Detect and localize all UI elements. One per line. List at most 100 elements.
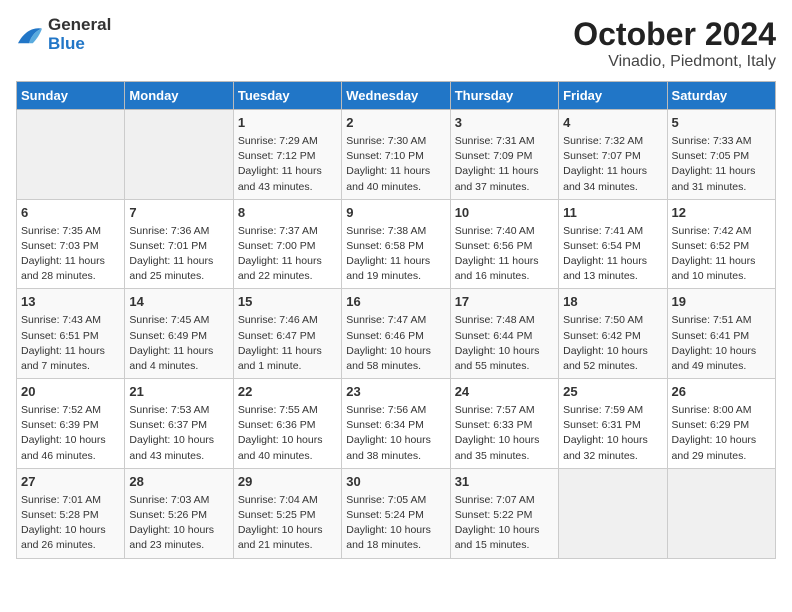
daylight-text: Daylight: 10 hours and 35 minutes. — [455, 434, 540, 461]
sunrise-text: Sunrise: 7:29 AM — [238, 135, 318, 147]
sunrise-text: Sunrise: 7:57 AM — [455, 404, 535, 416]
sunrise-text: Sunrise: 7:48 AM — [455, 314, 535, 326]
calendar-header-row: Sunday Monday Tuesday Wednesday Thursday… — [17, 82, 776, 110]
sunset-text: Sunset: 7:12 PM — [238, 150, 316, 162]
sunset-text: Sunset: 6:37 PM — [129, 419, 207, 431]
day-number: 19 — [672, 293, 771, 312]
day-number: 24 — [455, 383, 554, 402]
table-cell: 5Sunrise: 7:33 AMSunset: 7:05 PMDaylight… — [667, 110, 775, 200]
daylight-text: Daylight: 11 hours and 28 minutes. — [21, 255, 105, 282]
table-cell: 29Sunrise: 7:04 AMSunset: 5:25 PMDayligh… — [233, 468, 341, 558]
header-sunday: Sunday — [17, 82, 125, 110]
daylight-text: Daylight: 10 hours and 49 minutes. — [672, 345, 757, 372]
calendar-week-row: 1Sunrise: 7:29 AMSunset: 7:12 PMDaylight… — [17, 110, 776, 200]
sunset-text: Sunset: 5:25 PM — [238, 509, 316, 521]
table-cell: 30Sunrise: 7:05 AMSunset: 5:24 PMDayligh… — [342, 468, 450, 558]
header-tuesday: Tuesday — [233, 82, 341, 110]
sunset-text: Sunset: 6:39 PM — [21, 419, 99, 431]
sunset-text: Sunset: 5:24 PM — [346, 509, 424, 521]
sunset-text: Sunset: 6:52 PM — [672, 240, 750, 252]
day-number: 12 — [672, 204, 771, 223]
daylight-text: Daylight: 11 hours and 37 minutes. — [455, 165, 539, 192]
sunset-text: Sunset: 6:54 PM — [563, 240, 641, 252]
day-number: 13 — [21, 293, 120, 312]
calendar-week-row: 13 Sunrise: 7:43 AM Sunset: 6:51 PM Dayligh… — [17, 289, 776, 379]
day-number: 17 — [455, 293, 554, 312]
sunrise-text: Sunrise: 7:59 AM — [563, 404, 643, 416]
daylight-text: Daylight: 10 hours and 52 minutes. — [563, 345, 648, 372]
day-number: 8 — [238, 204, 337, 223]
sunset-text: Sunset: 5:28 PM — [21, 509, 99, 521]
table-cell: 6Sunrise: 7:35 AMSunset: 7:03 PMDaylight… — [17, 199, 125, 289]
sunrise-text: Sunrise: 7:03 AM — [129, 494, 209, 506]
header: General Blue October 2024 Vinadio, Piedm… — [16, 16, 776, 71]
header-thursday: Thursday — [450, 82, 558, 110]
daylight-text: Daylight: 10 hours and 58 minutes. — [346, 345, 431, 372]
calendar-title: October 2024 — [573, 16, 776, 53]
daylight-text: Daylight: 10 hours and 15 minutes. — [455, 524, 540, 551]
sunset-text: Sunset: 6:33 PM — [455, 419, 533, 431]
table-cell: 3Sunrise: 7:31 AMSunset: 7:09 PMDaylight… — [450, 110, 558, 200]
table-cell: 15Sunrise: 7:46 AMSunset: 6:47 PMDayligh… — [233, 289, 341, 379]
header-wednesday: Wednesday — [342, 82, 450, 110]
calendar-week-row: 6Sunrise: 7:35 AMSunset: 7:03 PMDaylight… — [17, 199, 776, 289]
table-cell: 27Sunrise: 7:01 AMSunset: 5:28 PMDayligh… — [17, 468, 125, 558]
sunrise-text: Sunrise: 7:36 AM — [129, 225, 209, 237]
logo-icon — [16, 23, 44, 47]
table-cell: 7Sunrise: 7:36 AMSunset: 7:01 PMDaylight… — [125, 199, 233, 289]
sunrise-text: Sunrise: 7:33 AM — [672, 135, 752, 147]
day-number: 6 — [21, 204, 120, 223]
daylight-text: Daylight: 11 hours and 22 minutes. — [238, 255, 322, 282]
table-cell: 16Sunrise: 7:47 AMSunset: 6:46 PMDayligh… — [342, 289, 450, 379]
sunrise-text: Sunrise: 7:55 AM — [238, 404, 318, 416]
daylight-text: Daylight: 11 hours and 19 minutes. — [346, 255, 430, 282]
daylight-text: Daylight: 11 hours and 4 minutes. — [129, 345, 213, 372]
day-number: 11 — [563, 204, 662, 223]
daylight-text: Daylight: 10 hours and 55 minutes. — [455, 345, 540, 372]
table-cell: 8Sunrise: 7:37 AMSunset: 7:00 PMDaylight… — [233, 199, 341, 289]
day-number: 27 — [21, 473, 120, 492]
sunset-text: Sunset: 6:51 PM — [21, 330, 99, 342]
day-number: 4 — [563, 114, 662, 133]
sunrise-text: Sunrise: 7:37 AM — [238, 225, 318, 237]
sunrise-text: Sunrise: 7:53 AM — [129, 404, 209, 416]
day-number: 21 — [129, 383, 228, 402]
table-cell — [125, 110, 233, 200]
sunrise-text: Sunrise: 7:43 AM — [21, 314, 101, 326]
table-cell — [17, 110, 125, 200]
table-cell: 23Sunrise: 7:56 AMSunset: 6:34 PMDayligh… — [342, 379, 450, 469]
sunrise-text: Sunrise: 7:56 AM — [346, 404, 426, 416]
table-cell: 22Sunrise: 7:55 AMSunset: 6:36 PMDayligh… — [233, 379, 341, 469]
daylight-text: Daylight: 11 hours and 43 minutes. — [238, 165, 322, 192]
sunrise-text: Sunrise: 7:01 AM — [21, 494, 101, 506]
daylight-text: Daylight: 11 hours and 7 minutes. — [21, 345, 105, 372]
table-cell: 31Sunrise: 7:07 AMSunset: 5:22 PMDayligh… — [450, 468, 558, 558]
sunrise-text: Sunrise: 7:45 AM — [129, 314, 209, 326]
day-number: 7 — [129, 204, 228, 223]
daylight-text: Daylight: 10 hours and 38 minutes. — [346, 434, 431, 461]
header-saturday: Saturday — [667, 82, 775, 110]
sunrise-text: Sunrise: 7:47 AM — [346, 314, 426, 326]
sunset-text: Sunset: 6:46 PM — [346, 330, 424, 342]
daylight-text: Daylight: 10 hours and 32 minutes. — [563, 434, 648, 461]
table-cell: 19Sunrise: 7:51 AMSunset: 6:41 PMDayligh… — [667, 289, 775, 379]
calendar-subtitle: Vinadio, Piedmont, Italy — [573, 53, 776, 71]
calendar-week-row: 20Sunrise: 7:52 AMSunset: 6:39 PMDayligh… — [17, 379, 776, 469]
table-cell: 20Sunrise: 7:52 AMSunset: 6:39 PMDayligh… — [17, 379, 125, 469]
sunset-text: Sunset: 6:29 PM — [672, 419, 750, 431]
day-number: 22 — [238, 383, 337, 402]
daylight-text: Daylight: 11 hours and 25 minutes. — [129, 255, 213, 282]
daylight-text: Daylight: 11 hours and 16 minutes. — [455, 255, 539, 282]
sunrise-text: Sunrise: 7:51 AM — [672, 314, 752, 326]
sunrise-text: Sunrise: 7:05 AM — [346, 494, 426, 506]
sunset-text: Sunset: 7:09 PM — [455, 150, 533, 162]
sunset-text: Sunset: 6:47 PM — [238, 330, 316, 342]
table-cell: 25Sunrise: 7:59 AMSunset: 6:31 PMDayligh… — [559, 379, 667, 469]
sunrise-text: Sunrise: 7:07 AM — [455, 494, 535, 506]
table-cell: 1Sunrise: 7:29 AMSunset: 7:12 PMDaylight… — [233, 110, 341, 200]
sunset-text: Sunset: 7:07 PM — [563, 150, 641, 162]
calendar-container: General Blue October 2024 Vinadio, Piedm… — [0, 0, 792, 569]
day-number: 14 — [129, 293, 228, 312]
daylight-text: Daylight: 11 hours and 31 minutes. — [672, 165, 756, 192]
daylight-text: Daylight: 11 hours and 40 minutes. — [346, 165, 430, 192]
